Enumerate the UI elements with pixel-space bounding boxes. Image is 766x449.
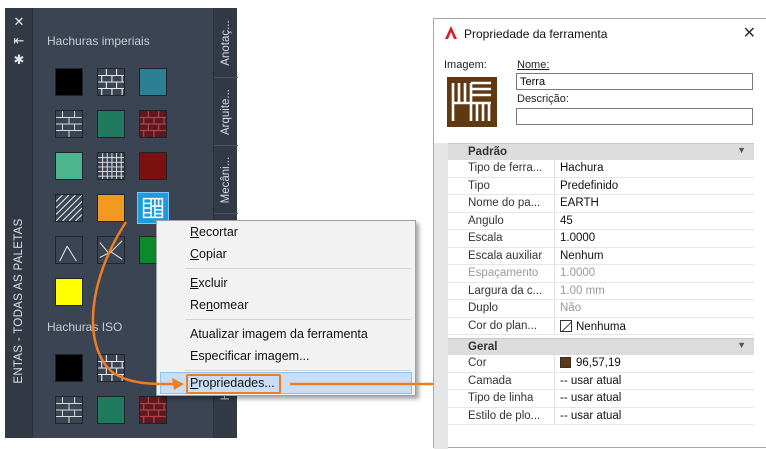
- brick-light-swatch[interactable]: [55, 110, 83, 138]
- property-row[interactable]: Escala auxiliar Nenhum: [448, 247, 754, 265]
- close-palette-icon[interactable]: ✕: [12, 16, 26, 30]
- menu-item-update-image[interactable]: Atualizar imagem da ferramenta: [190, 326, 368, 343]
- close-icon[interactable]: ✕: [743, 23, 756, 42]
- dialog-title: Propriedade da ferramenta: [464, 27, 608, 41]
- tab-annotation[interactable]: Anotaç...: [214, 8, 238, 78]
- menu-item-specify-image[interactable]: Especificar imagem...: [190, 348, 309, 365]
- diagonal-hatch-swatch[interactable]: [55, 194, 83, 222]
- dialog-titlebar[interactable]: Propriedade da ferramenta ✕: [434, 19, 766, 47]
- collapse-icon: ▼: [737, 340, 746, 350]
- color-swatch-icon: [560, 357, 571, 368]
- grid-swatch[interactable]: [97, 152, 125, 180]
- section-default: Padrão ▼ Tipo de ferra... Hachura Tipo Pred…: [448, 143, 754, 335]
- palette-properties-icon[interactable]: ✱: [12, 54, 26, 68]
- image-label: Imagem:: [444, 59, 487, 71]
- autocad-logo-icon: [445, 26, 457, 39]
- property-row: Largura da c... 1.00 mm: [448, 282, 754, 300]
- solid-orange-swatch[interactable]: [97, 194, 125, 222]
- earth-hatch-preview-icon[interactable]: [445, 75, 499, 129]
- group-label-imperial: Hachuras imperiais: [47, 34, 150, 48]
- solid-green-swatch[interactable]: [97, 110, 125, 138]
- no-color-icon: [560, 319, 572, 332]
- property-row[interactable]: Cor do plan... Nenhuma: [448, 317, 754, 335]
- property-row[interactable]: Camada -- usar atual: [448, 372, 754, 390]
- brick-red-swatch[interactable]: [139, 110, 167, 138]
- solid-mint-swatch[interactable]: [55, 152, 83, 180]
- menu-item-cut[interactable]: Recortar: [190, 224, 238, 241]
- property-row[interactable]: Nome do pa... EARTH: [448, 195, 754, 213]
- brick-white-swatch[interactable]: [97, 68, 125, 96]
- tool-properties-dialog: Propriedade da ferramenta ✕ Imagem: Nome…: [433, 18, 766, 449]
- solid-darkred-swatch[interactable]: [139, 152, 167, 180]
- name-label: Nome:: [517, 59, 550, 71]
- auto-hide-icon[interactable]: ⇤: [12, 35, 26, 49]
- property-row[interactable]: Tipo Predefinido: [448, 177, 754, 195]
- menu-separator: [185, 268, 411, 269]
- solid-yellow-swatch[interactable]: [55, 278, 83, 306]
- iso-solid-green-swatch[interactable]: [97, 396, 125, 424]
- property-row[interactable]: Tipo de ferra... Hachura: [448, 160, 754, 178]
- iso-brick-light-swatch[interactable]: [55, 396, 83, 424]
- menu-separator: [185, 319, 411, 320]
- sparse-line-swatch[interactable]: [55, 236, 83, 264]
- iso-solid-black-swatch[interactable]: [55, 354, 83, 382]
- solid-black-swatch[interactable]: [55, 68, 83, 96]
- tab-architectural[interactable]: Arquite...: [214, 78, 238, 146]
- menu-item-delete[interactable]: Excluir: [190, 275, 228, 292]
- name-field[interactable]: [516, 73, 753, 90]
- menu-item-copy[interactable]: Copiar: [190, 246, 227, 263]
- menu-separator: [185, 370, 411, 371]
- properties-callout-box: [186, 374, 281, 394]
- property-grid-gutter: [434, 143, 448, 449]
- property-row[interactable]: Cor 96,57,19: [448, 355, 754, 373]
- collapse-icon: ▼: [737, 145, 746, 155]
- section-general: Geral ▼ Cor 96,57,19 Camada -- usar atual T…: [448, 338, 754, 425]
- menu-item-rename[interactable]: Renomear: [190, 297, 248, 314]
- context-menu: Recortar Copiar Excluir Renomear Atualiz…: [156, 220, 416, 396]
- triangle-hatch-swatch[interactable]: [97, 236, 125, 264]
- description-field[interactable]: [516, 108, 753, 125]
- group-label-iso: Hachuras ISO: [47, 320, 123, 334]
- property-row[interactable]: Estilo de plo... -- usar atual: [448, 407, 754, 425]
- property-row[interactable]: Ângulo 45: [448, 212, 754, 230]
- description-label: Descrição:: [517, 93, 569, 105]
- property-row: Espaçamento 1.0000: [448, 265, 754, 283]
- solid-teal-swatch[interactable]: [139, 68, 167, 96]
- property-row[interactable]: Escala 1.0000: [448, 230, 754, 248]
- section-header-default[interactable]: Padrão ▼: [448, 143, 754, 160]
- property-row[interactable]: Tipo de linha -- usar atual: [448, 390, 754, 408]
- palette-control-strip: ✕ ⇤ ✱ ENTAS - TODAS AS PALETAS: [5, 8, 33, 438]
- iso-brick-red-swatch[interactable]: [139, 396, 167, 424]
- property-row: Duplo Não: [448, 300, 754, 318]
- palette-title[interactable]: ENTAS - TODAS AS PALETAS: [8, 176, 30, 426]
- section-header-general[interactable]: Geral ▼: [448, 338, 754, 355]
- iso-brick-white-swatch[interactable]: [97, 354, 125, 382]
- tab-mechanical[interactable]: Mecâni...: [214, 146, 238, 214]
